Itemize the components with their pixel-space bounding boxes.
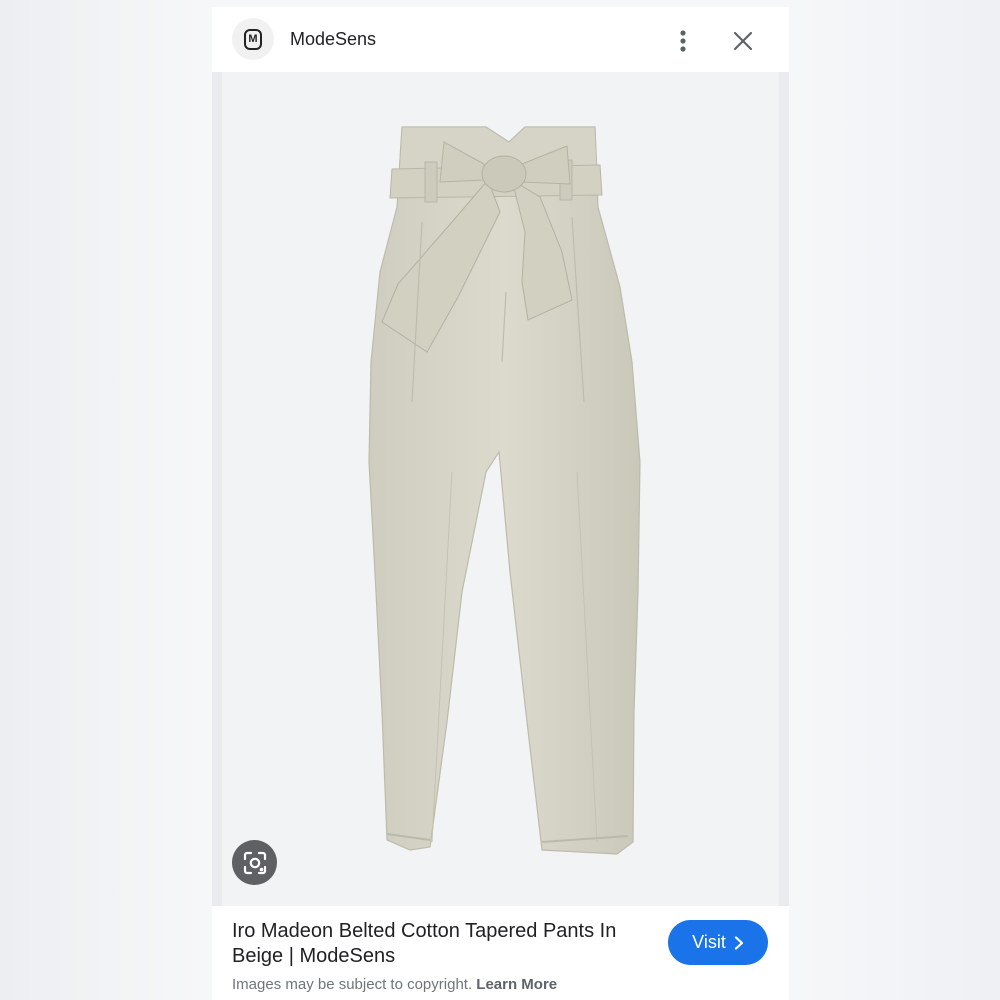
- lens-search-button[interactable]: [232, 840, 277, 885]
- site-logo[interactable]: M: [232, 18, 274, 60]
- chevron-right-icon: [734, 935, 743, 950]
- visit-button[interactable]: Visit: [668, 920, 768, 965]
- more-options-button[interactable]: [667, 25, 699, 57]
- product-title[interactable]: Iro Madeon Belted Cotton Tapered Pants I…: [232, 919, 652, 969]
- more-vert-icon: [680, 30, 686, 52]
- image-preview-panel: M ModeSens Iro Madeon Belted Cotton Tape…: [212, 7, 789, 1000]
- close-icon: [733, 31, 753, 51]
- image-edge-right: [779, 72, 789, 906]
- preview-header: M ModeSens: [212, 7, 789, 72]
- image-edge-left: [212, 72, 222, 906]
- image-caption: Iro Madeon Belted Cotton Tapered Pants I…: [212, 906, 789, 1000]
- site-logo-letter: M: [244, 28, 262, 50]
- close-button[interactable]: [727, 25, 759, 57]
- site-name[interactable]: ModeSens: [290, 29, 376, 50]
- product-photo: [368, 126, 641, 855]
- copyright-text: Images may be subject to copyright.: [232, 976, 473, 993]
- image-viewer[interactable]: [212, 72, 789, 906]
- lens-search-icon: [243, 851, 266, 874]
- copyright-notice: Images may be subject to copyright. Lear…: [232, 976, 557, 993]
- learn-more-link[interactable]: Learn More: [476, 976, 557, 993]
- visit-button-label: Visit: [692, 932, 726, 952]
